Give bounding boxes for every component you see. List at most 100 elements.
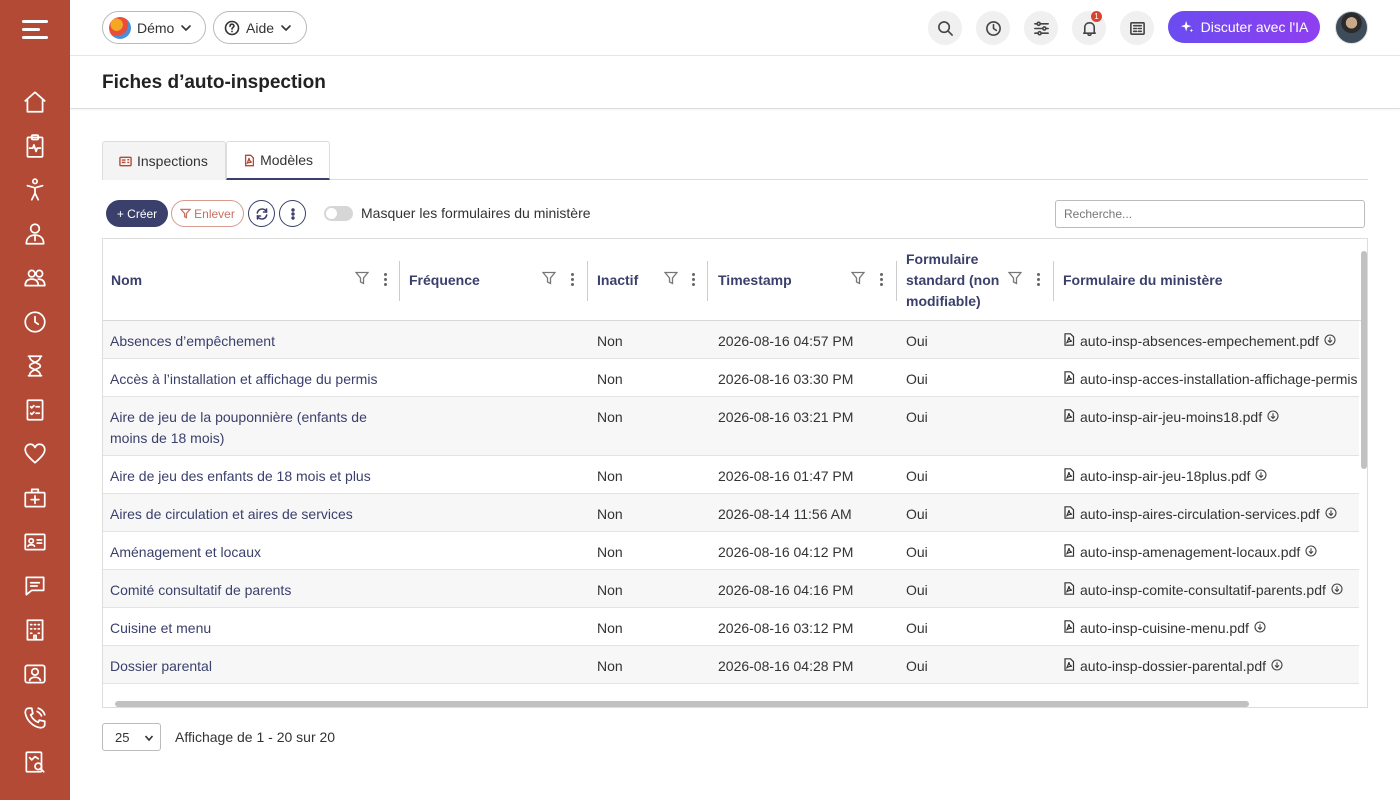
search-input[interactable]: [1055, 200, 1365, 228]
refresh-button[interactable]: [248, 200, 275, 227]
staff-icon[interactable]: [22, 221, 48, 247]
column-menu-icon[interactable]: [569, 271, 575, 287]
child-icon[interactable]: [22, 177, 48, 203]
row-ministry-file[interactable]: auto-insp-dossier-parental.pdf: [1063, 656, 1283, 677]
filter-icon[interactable]: [850, 271, 866, 285]
create-button[interactable]: + Créer: [106, 200, 168, 227]
table-row[interactable]: Accès à l’installation et affichage du p…: [103, 359, 1367, 397]
download-icon[interactable]: [1331, 580, 1343, 601]
phone-icon[interactable]: [22, 705, 48, 731]
first-aid-icon[interactable]: [22, 485, 48, 511]
download-icon[interactable]: [1324, 331, 1336, 352]
vertical-scrollbar[interactable]: [1360, 249, 1367, 699]
table-row[interactable]: Aire de jeu des enfants de 18 mois et pl…: [103, 456, 1359, 494]
column-resizer[interactable]: [896, 261, 897, 301]
column-menu-icon[interactable]: [878, 271, 884, 287]
row-ministry-file[interactable]: auto-insp-air-jeu-18plus.pdf: [1063, 466, 1267, 487]
row-name-link[interactable]: Aire de jeu de la pouponnière (enfants d…: [110, 407, 390, 449]
row-name-link[interactable]: Dossier parental: [110, 656, 390, 677]
filter-icon[interactable]: [663, 271, 679, 285]
filter-icon[interactable]: [354, 271, 370, 285]
column-menu-icon[interactable]: [382, 271, 388, 287]
help-selector[interactable]: Aide: [213, 11, 307, 44]
user-avatar[interactable]: [1335, 11, 1368, 44]
row-ministry-file[interactable]: auto-insp-absences-empechement.pdf: [1063, 331, 1336, 352]
remove-filter-button[interactable]: Enlever: [171, 200, 244, 227]
chat-icon[interactable]: [22, 573, 48, 599]
row-ministry-file[interactable]: auto-insp-amenagement-locaux.pdf: [1063, 542, 1317, 563]
home-icon[interactable]: [22, 89, 48, 115]
row-ministry-file[interactable]: auto-insp-air-jeu-moins18.pdf: [1063, 407, 1279, 428]
org-selector[interactable]: Démo: [102, 11, 206, 44]
clipboard-health-icon[interactable]: [22, 133, 48, 159]
column-resizer[interactable]: [399, 261, 400, 301]
contact-card-icon[interactable]: [22, 661, 48, 687]
filter-icon[interactable]: [1007, 271, 1023, 285]
download-icon[interactable]: [1267, 407, 1279, 428]
download-icon[interactable]: [1305, 542, 1317, 563]
page-size-select[interactable]: 25: [102, 723, 161, 751]
row-name-link[interactable]: Aménagement et locaux: [110, 542, 390, 563]
row-name-link[interactable]: Accès à l’installation et affichage du p…: [110, 369, 390, 390]
menu-icon[interactable]: [22, 18, 48, 40]
heart-icon[interactable]: [22, 441, 48, 467]
table-row[interactable]: Comité consultatif de parents Non 2026-08-…: [103, 570, 1359, 608]
row-ministry-file[interactable]: auto-insp-acces-installation-affichage-p…: [1063, 369, 1367, 390]
table-row[interactable]: Cuisine et menu Non 2026-08-16 03:12 PM Oui…: [103, 608, 1359, 646]
row-timestamp: 2026-08-16 03:21 PM: [718, 409, 854, 425]
tab-modeles[interactable]: Modèles: [226, 141, 330, 180]
history-button[interactable]: [976, 11, 1010, 45]
row-ministry-file[interactable]: auto-insp-cuisine-menu.pdf: [1063, 618, 1266, 639]
hide-ministry-toggle[interactable]: [324, 206, 353, 221]
row-name-link[interactable]: Comité consultatif de parents: [110, 580, 390, 601]
column-header-formulaire-ministere[interactable]: Formulaire du ministère: [1063, 239, 1353, 321]
ai-chat-button[interactable]: Discuter avec l'IA: [1168, 11, 1320, 43]
table-row[interactable]: Dossier parental Non 2026-08-16 04:28 PM Ou…: [103, 646, 1359, 684]
column-resizer[interactable]: [707, 261, 708, 301]
table-row[interactable]: Aire de jeu de la pouponnière (enfants d…: [103, 397, 1359, 456]
users-icon[interactable]: [22, 265, 48, 291]
column-resizer[interactable]: [587, 261, 588, 301]
search-button[interactable]: [928, 11, 962, 45]
row-name-link[interactable]: Absences d’empêchement: [110, 331, 390, 352]
column-resizer[interactable]: [1053, 261, 1054, 301]
column-header-inactif[interactable]: Inactif: [597, 239, 705, 321]
horizontal-scrollbar[interactable]: [103, 699, 1359, 707]
row-ministry-file[interactable]: auto-insp-aires-circulation-services.pdf: [1063, 504, 1337, 525]
column-header-frequence[interactable]: Fréquence: [409, 239, 585, 321]
report-icon[interactable]: [22, 749, 48, 775]
vertical-scroll-thumb[interactable]: [1361, 251, 1367, 469]
column-menu-icon[interactable]: [690, 271, 696, 287]
tab-inspections[interactable]: Inspections: [102, 141, 226, 180]
news-button[interactable]: [1120, 11, 1154, 45]
table-row[interactable]: Aménagement et locaux Non 2026-08-16 04:12…: [103, 532, 1359, 570]
row-ministry-file[interactable]: auto-insp-comite-consultatif-parents.pdf: [1063, 580, 1343, 601]
row-name-link[interactable]: Aire de jeu des enfants de 18 mois et pl…: [110, 466, 390, 487]
column-header-formulaire-standard[interactable]: Formulaire standard (non modifiable): [906, 239, 1050, 321]
column-menu-icon[interactable]: [1035, 271, 1041, 287]
data-grid: Nom Fréquence Inactif Timestamp Formulai…: [102, 238, 1368, 708]
row-name-link[interactable]: Cuisine et menu: [110, 618, 390, 639]
filter-icon[interactable]: [541, 271, 557, 285]
table-row[interactable]: Absences d’empêchement Non 2026-08-16 04:5…: [103, 321, 1359, 359]
download-icon[interactable]: [1271, 656, 1283, 677]
hourglass-icon[interactable]: [22, 353, 48, 379]
settings-button[interactable]: [1024, 11, 1058, 45]
download-icon[interactable]: [1325, 504, 1337, 525]
row-name-link[interactable]: Aires de circulation et aires de service…: [110, 504, 390, 525]
table-row[interactable]: Aires de circulation et aires de service…: [103, 494, 1359, 532]
checklist-icon[interactable]: [22, 397, 48, 423]
building-icon[interactable]: [22, 617, 48, 643]
grid-body: Absences d’empêchement Non 2026-08-16 04:5…: [103, 321, 1367, 684]
download-icon[interactable]: [1254, 618, 1266, 639]
column-header-nom[interactable]: Nom: [111, 239, 397, 321]
newspaper-icon: [1129, 21, 1145, 35]
pdf-file-icon: [1063, 542, 1075, 563]
download-icon[interactable]: [1255, 466, 1267, 487]
id-card-icon[interactable]: [22, 529, 48, 555]
horizontal-scroll-thumb[interactable]: [115, 701, 1249, 707]
notifications-button[interactable]: 1: [1072, 11, 1106, 45]
column-header-timestamp[interactable]: Timestamp: [718, 239, 894, 321]
clock-icon[interactable]: [22, 309, 48, 335]
more-options-button[interactable]: [279, 200, 306, 227]
